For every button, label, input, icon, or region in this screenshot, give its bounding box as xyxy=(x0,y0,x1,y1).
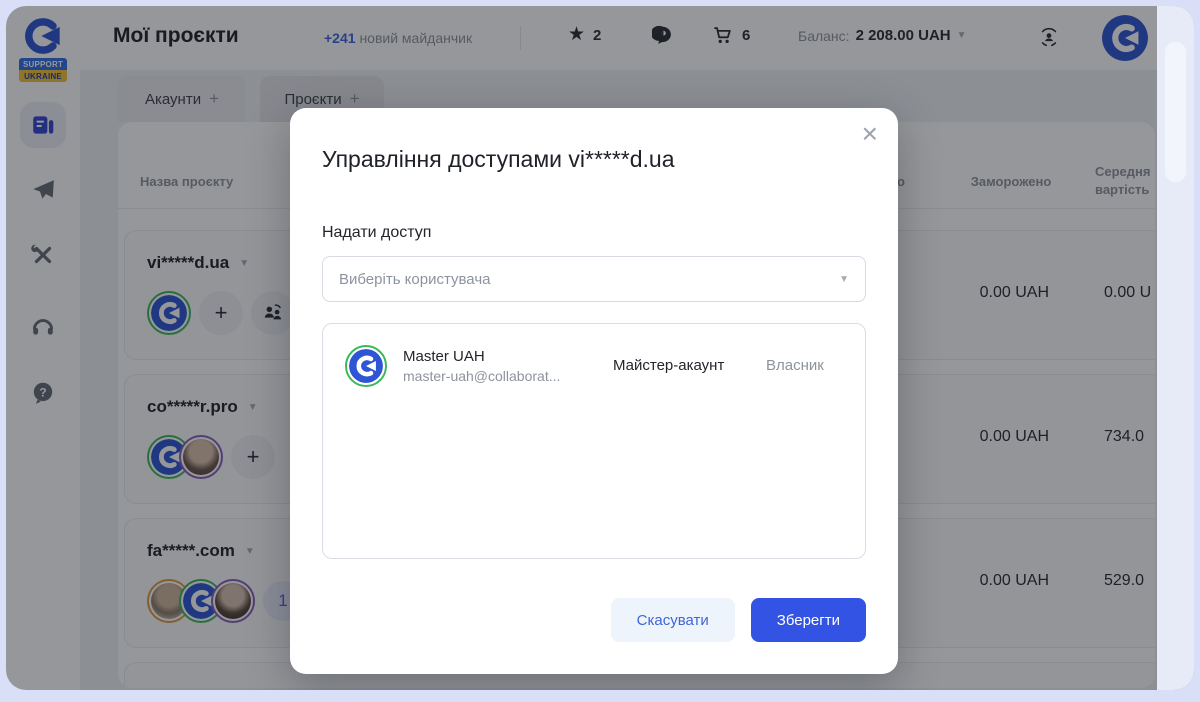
user-select-placeholder: Виберіть користувача xyxy=(339,271,490,288)
access-list-panel[interactable]: Master UAH master-uah@collaborat... Майс… xyxy=(322,323,866,559)
modal-footer: Скасувати Зберегти xyxy=(611,598,866,642)
user-email: master-uah@collaborat... xyxy=(403,368,560,384)
save-button[interactable]: Зберегти xyxy=(751,598,866,642)
scrollbar-thumb[interactable] xyxy=(1165,42,1186,182)
scrollbar[interactable] xyxy=(1157,6,1194,690)
user-name: Master UAH xyxy=(403,348,485,365)
collaborator-avatar-icon xyxy=(349,349,383,383)
avatar xyxy=(345,345,387,387)
modal-title: Управління доступами vi*****d.ua xyxy=(322,146,675,173)
grant-access-label: Надати доступ xyxy=(322,224,431,242)
chevron-down-icon: ▼ xyxy=(839,274,849,285)
cancel-button[interactable]: Скасувати xyxy=(611,598,735,642)
user-account-type: Майстер-акаунт xyxy=(613,357,724,374)
close-icon[interactable]: × xyxy=(862,118,878,150)
access-management-modal: × Управління доступами vi*****d.ua Надат… xyxy=(290,108,898,674)
access-list-item: Master UAH master-uah@collaborat... Майс… xyxy=(323,324,865,408)
user-role: Власник xyxy=(766,357,824,374)
app-window: SUPPORT UKRAINE xyxy=(6,6,1194,690)
user-select[interactable]: Виберіть користувача ▼ xyxy=(322,256,866,302)
